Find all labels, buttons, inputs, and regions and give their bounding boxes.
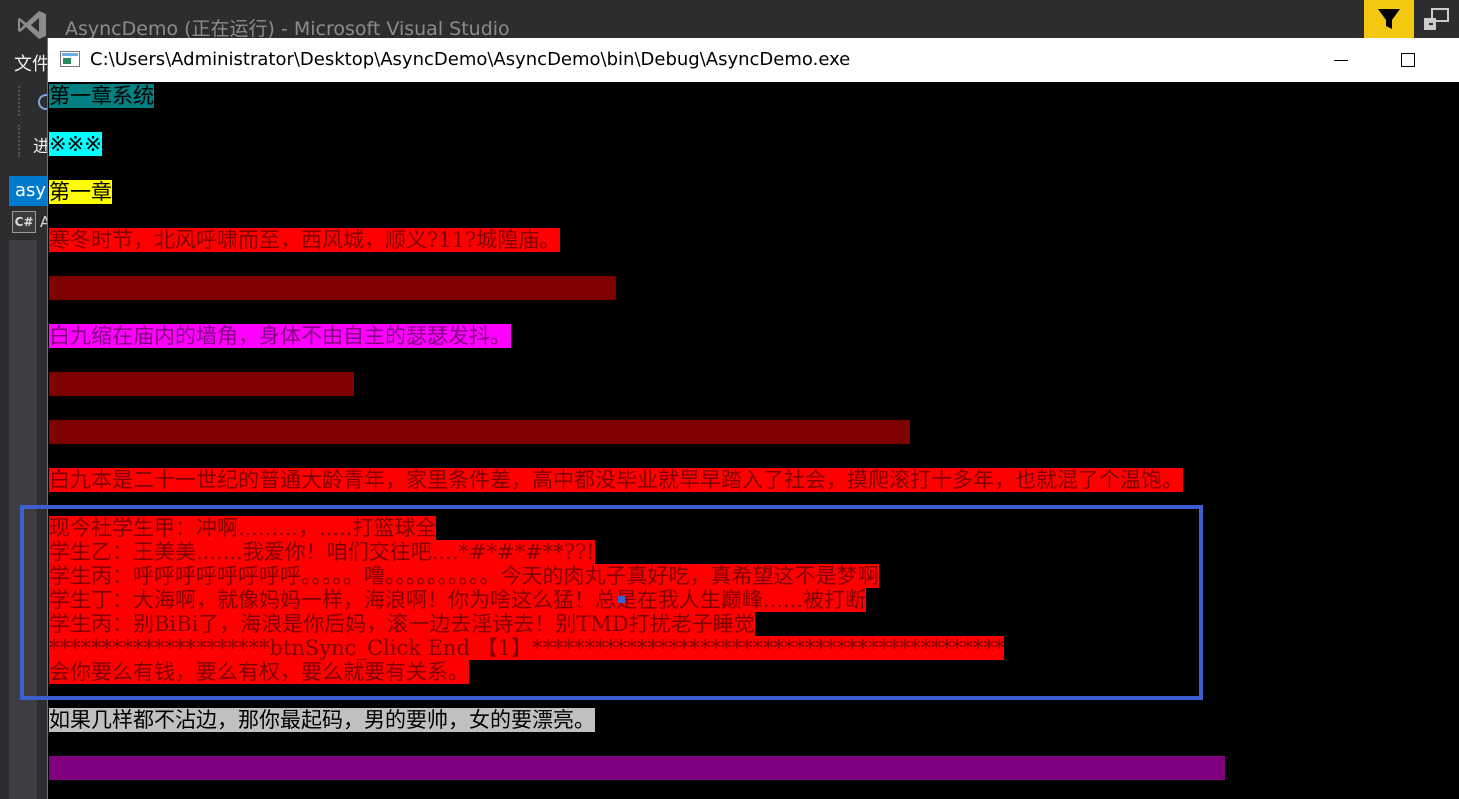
toolbar-grip[interactable] — [18, 86, 26, 116]
minimize-button[interactable] — [1318, 38, 1364, 82]
visual-studio-logo-icon — [18, 11, 46, 39]
console-line: ※※※ — [49, 132, 102, 156]
console-line: 如果几样都不沾边，那你最起码，男的要帅，女的要漂亮。 — [49, 708, 595, 732]
console-app-icon — [60, 51, 80, 67]
console-line: “在这样下去，不饿死也要冻死。” — [49, 372, 354, 396]
console-title-bar[interactable]: C:\Users\Administrator\Desktop\AsyncDemo… — [48, 38, 1459, 82]
console-line: 第一章 — [49, 180, 112, 204]
console-title: C:\Users\Administrator\Desktop\AsyncDemo… — [90, 49, 851, 70]
console-line: 第一章系统 — [49, 84, 154, 108]
console-line: 可惜这几样白九没有一样沾边，有时候白九觉的，自己并不适合这个复杂的社会，反到是很… — [49, 756, 1225, 780]
console-line: 白九本是二十一世纪的普通大龄青年，家里条件差，高中都没毕业就早早踏入了社会，摸爬… — [49, 468, 1183, 492]
menu-file[interactable]: 文件 — [14, 50, 50, 76]
console-line: 白九缩在庙内的墙角，身体不由自主的瑟瑟发抖。 — [49, 324, 511, 348]
toolbar-grip[interactable] — [18, 125, 26, 157]
csharp-file-icon: C# — [12, 211, 36, 233]
vs-window-title: AsyncDemo (正在运行) - Microsoft Visual Stud… — [65, 18, 510, 40]
selection-highlight-box — [20, 505, 1203, 700]
cursor-marker — [618, 596, 625, 603]
maximize-button[interactable] — [1385, 38, 1431, 82]
document-tab[interactable]: asyn — [9, 176, 49, 206]
console-line: 寒冬时节，北风呼啸而至，西风城，顺义?11?城隍庙。 — [49, 228, 561, 252]
console-line: 城隍庙位置偏僻，无人打理更没人前来祭拜，早已破败不堪。 — [49, 276, 616, 300]
feedback-filter-button[interactable] — [1364, 0, 1414, 38]
console-line: 嘴唇发白的白九，“哈”出一口热气在冻的僵硬的手上，这是白九现在唯一能想到的取暖方… — [49, 420, 911, 444]
filter-icon — [1378, 9, 1400, 29]
live-share-icon[interactable] — [1420, 6, 1452, 34]
